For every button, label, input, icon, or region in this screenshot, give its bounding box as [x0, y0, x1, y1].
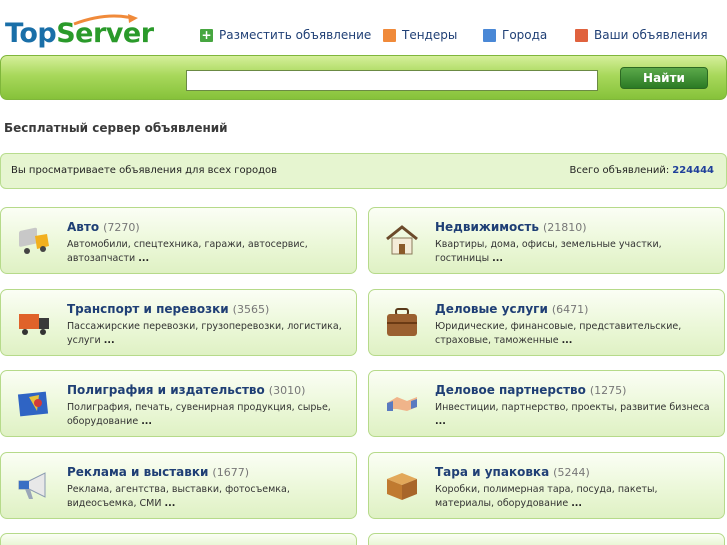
truck-icon: [19, 227, 49, 254]
red-square-icon: [575, 28, 588, 42]
category-card-partial[interactable]: [0, 533, 357, 545]
search-button[interactable]: Найти: [620, 67, 708, 89]
search-bar: Найти: [0, 55, 727, 100]
category-card-printing[interactable]: Полиграфия и издательство (3010) Полиграф…: [0, 370, 357, 437]
more-link[interactable]: ...: [141, 416, 152, 427]
category-count: (3565): [232, 303, 270, 316]
category-count: (21810): [542, 221, 587, 234]
blue-square-icon: [483, 28, 496, 42]
category-desc: Коробки, полимерная тара, посуда, пакеты…: [435, 484, 658, 509]
nav-my-ads-label: Ваши объявления: [594, 28, 708, 42]
category-title[interactable]: Деловые услуги: [435, 302, 548, 316]
briefcase-icon: [387, 308, 417, 336]
more-link[interactable]: ...: [492, 253, 503, 264]
category-count: (1275): [589, 384, 627, 397]
total-ads-label: Всего объявлений:: [569, 165, 670, 176]
nav-cities[interactable]: Города: [483, 28, 547, 42]
category-title[interactable]: Авто: [67, 220, 99, 234]
category-count: (6471): [551, 303, 589, 316]
more-link[interactable]: ...: [138, 253, 149, 264]
category-count: (7270): [103, 221, 140, 234]
lorry-icon: [19, 314, 49, 335]
top-navigation: + Разместить объявление Тендеры Города В…: [0, 28, 727, 48]
category-title[interactable]: Транспорт и перевозки: [67, 302, 229, 316]
megaphone-icon: [18, 472, 46, 499]
category-card-business-services[interactable]: Деловые услуги (6471) Юридические, финанс…: [368, 289, 725, 356]
more-link[interactable]: ...: [571, 498, 582, 509]
total-ads: Всего объявлений: 224444: [569, 165, 714, 176]
category-desc: Автомобили, спецтехника, гаражи, автосер…: [67, 239, 308, 264]
city-scope-text: Вы просматриваете объявления для всех го…: [11, 165, 278, 176]
category-title[interactable]: Тара и упаковка: [435, 465, 549, 479]
category-desc: Полиграфия, печать, сувенирная продукция…: [67, 402, 331, 427]
nav-post-ad-label: Разместить объявление: [219, 28, 372, 42]
more-link[interactable]: ...: [435, 416, 446, 427]
category-desc: Реклама, агентства, выставки, фотосъемка…: [67, 484, 290, 509]
more-link[interactable]: ...: [104, 335, 115, 346]
category-card-realty[interactable]: Недвижимость (21810) Квартиры, дома, офис…: [368, 207, 725, 274]
category-title[interactable]: Полиграфия и издательство: [67, 383, 265, 397]
category-card-packaging[interactable]: Тара и упаковка (5244) Коробки, полимерна…: [368, 452, 725, 519]
info-bar: Вы просматриваете объявления для всех го…: [0, 153, 727, 189]
print-icon: [17, 391, 49, 417]
orange-square-icon: [383, 28, 396, 42]
category-card-advertising[interactable]: Реклама и выставки (1677) Реклама, агентс…: [0, 452, 357, 519]
nav-tenders-label: Тендеры: [402, 28, 458, 42]
category-desc: Инвестиции, партнерство, проекты, развит…: [435, 402, 710, 413]
page-tagline: Бесплатный сервер объявлений: [4, 121, 228, 135]
nav-tenders[interactable]: Тендеры: [383, 28, 457, 42]
category-count: (3010): [268, 384, 306, 397]
more-link[interactable]: ...: [562, 335, 573, 346]
category-title[interactable]: Реклама и выставки: [67, 465, 208, 479]
search-input[interactable]: [186, 70, 598, 91]
nav-post-ad[interactable]: + Разместить объявление: [200, 28, 371, 42]
category-title[interactable]: Деловое партнерство: [435, 383, 586, 397]
nav-my-ads[interactable]: Ваши объявления: [575, 28, 708, 42]
more-link[interactable]: ...: [165, 498, 176, 509]
handshake-icon: [387, 397, 417, 411]
total-ads-count[interactable]: 224444: [672, 165, 714, 176]
house-icon: [386, 225, 418, 255]
category-card-transport[interactable]: Транспорт и перевозки (3565) Пассажирские…: [0, 289, 357, 356]
category-title[interactable]: Недвижимость: [435, 220, 539, 234]
plus-icon: +: [200, 27, 213, 42]
category-card-partnership[interactable]: Деловое партнерство (1275) Инвестиции, па…: [368, 370, 725, 437]
nav-cities-label: Города: [502, 28, 548, 42]
category-desc: Квартиры, дома, офисы, земельные участки…: [435, 239, 662, 264]
category-card-partial[interactable]: [368, 533, 725, 545]
category-count: (5244): [553, 466, 590, 479]
category-card-auto[interactable]: Авто (7270) Автомобили, спецтехника, гара…: [0, 207, 357, 274]
box-icon: [387, 473, 417, 500]
logo-swoosh-icon: [73, 14, 138, 26]
category-desc: Юридические, финансовые, представительск…: [435, 321, 682, 346]
category-count: (1677): [212, 466, 249, 479]
